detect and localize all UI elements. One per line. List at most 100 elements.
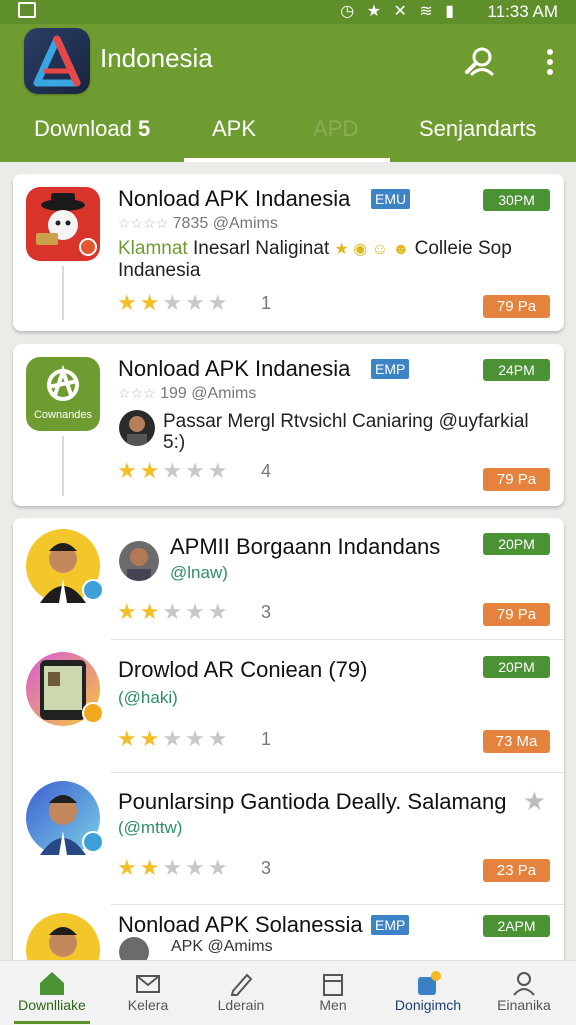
app-logo [24, 28, 90, 94]
item-subtitle: ☆☆☆☆ 7835 @Amims [118, 215, 278, 233]
rating-count: 3 [261, 858, 272, 878]
item-handle: (@haki) [118, 688, 178, 707]
nav-lderain[interactable]: Lderain [193, 961, 289, 1025]
badge-icon [82, 702, 104, 724]
item-title: Nonload APK Indanesia [118, 356, 351, 381]
description-highlight: Klamnat [118, 238, 188, 259]
item-subtitle: ☆☆☆ 199 @Amims [118, 385, 256, 403]
thumbnail-label: Cownandes [33, 409, 93, 421]
user-avatar [26, 913, 100, 960]
app-title: Indonesia [100, 43, 213, 73]
item-subtitle-text: 199 @Amims [160, 385, 257, 402]
puzzle-icon [418, 971, 441, 995]
list-item[interactable]: Drowlod AR Coniean (79) (@haki) 20PM ★★★… [13, 640, 564, 773]
app-thumbnail [26, 652, 104, 726]
item-tag: EMP [371, 359, 410, 379]
avatar [119, 937, 149, 960]
verified-icon [82, 579, 104, 601]
description-text: Passar Mergl Rtvsichl Caniaring @uyfarki… [163, 411, 529, 432]
gallery-icon [18, 2, 36, 18]
price-badge[interactable]: 79 Pa [483, 603, 550, 626]
nav-label: Einanika [497, 997, 551, 1013]
list-item[interactable]: Pounlarsinp Gantioda Deally. Salamang (@… [13, 773, 564, 905]
time-badge: 30PM [483, 189, 550, 211]
tab-apd[interactable]: APD [313, 116, 358, 142]
price-badge[interactable]: 23 Pa [483, 859, 550, 882]
list-item[interactable]: APMII Borgaann Indandans @lnaw) 20PM ★★★… [13, 518, 564, 640]
tab-senjandarts[interactable]: Senjandarts [419, 116, 536, 142]
nav-downlliake[interactable]: Downlliake [4, 961, 100, 1025]
search-icon [465, 47, 495, 77]
app-card[interactable]: Nonload APK Indanesia EMU 30PM ☆☆☆☆ 7835… [13, 174, 564, 331]
time-badge: 20PM [483, 656, 550, 678]
rating-stars: ★★★★★ [117, 855, 231, 880]
nav-label: Donigimch [394, 997, 462, 1013]
tab-bar: Download 5 APK APD Senjandarts [0, 112, 576, 162]
verified-icon [82, 831, 104, 853]
time-badge: 20PM [483, 533, 550, 555]
price-badge[interactable]: 79 Pa [483, 468, 550, 491]
favorite-star-icon[interactable]: ★ [523, 786, 546, 817]
price-badge[interactable]: 73 Ma [483, 730, 550, 753]
nav-label: Kelera [127, 997, 169, 1013]
avatar [119, 410, 155, 446]
search-button[interactable] [463, 44, 497, 78]
description-text-2: 5:) [163, 432, 186, 453]
more-options-button[interactable] [540, 46, 560, 78]
item-title: Nonload APK Solanessia [118, 912, 363, 937]
nav-einanika[interactable]: Einanika [476, 961, 572, 1025]
user-avatar [26, 781, 104, 855]
list-item[interactable]: Nonload APK Solanessia EMP 2APM APK @Ami… [13, 905, 564, 960]
nav-label: Downlliake [18, 997, 86, 1013]
emoji-icons: ★ ◉ ☺ ☻ [334, 241, 410, 258]
nav-label: Men [319, 997, 347, 1013]
item-title: Pounlarsinp Gantioda Deally. Salamang [118, 789, 507, 814]
item-tag: EMP [371, 915, 410, 935]
divider-line [62, 266, 64, 320]
tab-download-label: Download [34, 116, 132, 141]
item-tag: EMU [371, 189, 411, 209]
content-list: Nonload APK Indanesia EMU 30PM ☆☆☆☆ 7835… [0, 162, 576, 960]
more-vert-icon [547, 49, 553, 75]
rating-count: 1 [261, 293, 272, 313]
price-badge[interactable]: 79 Pa [483, 295, 550, 318]
item-subtitle-text: 7835 @Amims [172, 215, 278, 232]
rating-count: 1 [261, 729, 272, 749]
nav-label: Lderain [217, 997, 265, 1013]
app-card[interactable]: Cownandes Nonload APK Indanesia EMP 24PM… [13, 344, 564, 506]
rating-stars: ★★★★★ [117, 290, 231, 315]
time-badge: 2APM [483, 915, 550, 937]
rating-stars: ★★★★★ [117, 458, 231, 483]
rating-count: 4 [261, 461, 272, 481]
app-thumbnail: Cownandes [26, 357, 100, 431]
app-list-card: APMII Borgaann Indandans @lnaw) 20PM ★★★… [13, 518, 564, 960]
avatar [119, 541, 159, 581]
status-icons: ◷ ★ ✕ ≋ ▮ [340, 3, 458, 20]
item-description: Passar Mergl Rtvsichl Caniaring @uyfarki… [163, 411, 553, 453]
time-badge: 24PM [483, 359, 550, 381]
description-text-2: Colleie Sop [414, 238, 512, 259]
item-title: Drowlod AR Coniean (79) [118, 657, 368, 682]
item-description: Klamnat Inesarl Naliginat ★ ◉ ☺ ☻ Collei… [118, 238, 548, 281]
description-text: Inesarl Naliginat [192, 238, 330, 259]
status-bar: ◷ ★ ✕ ≋ ▮ 11:33 AM [0, 0, 576, 24]
tab-download-badge: 5 [137, 116, 151, 141]
item-handle: @lnaw) [170, 563, 228, 582]
mini-rating-stars: ☆☆☆ [118, 385, 156, 401]
divider-line [62, 436, 64, 496]
mini-rating-stars: ☆☆☆☆ [118, 215, 169, 231]
item-title: Nonload APK Indanesia [118, 186, 351, 211]
nav-donigimch[interactable]: Donigimch [380, 961, 476, 1025]
app-thumbnail [26, 187, 100, 261]
tab-apk[interactable]: APK [212, 116, 256, 142]
item-handle: (@mttw) [118, 818, 183, 837]
rating-stars: ★★★★★ [117, 599, 231, 624]
mail-icon [136, 975, 160, 993]
tab-download[interactable]: Download 5 [34, 116, 150, 142]
status-time: 11:33 AM [487, 2, 558, 21]
bottom-navigation: Downlliake Kelera Lderain Men Donigimch … [0, 960, 576, 1025]
nav-men[interactable]: Men [285, 961, 381, 1025]
rating-stars: ★★★★★ [117, 726, 231, 751]
nav-kelera[interactable]: Kelera [100, 961, 196, 1025]
item-subtitle: APK @Amims [171, 938, 273, 955]
